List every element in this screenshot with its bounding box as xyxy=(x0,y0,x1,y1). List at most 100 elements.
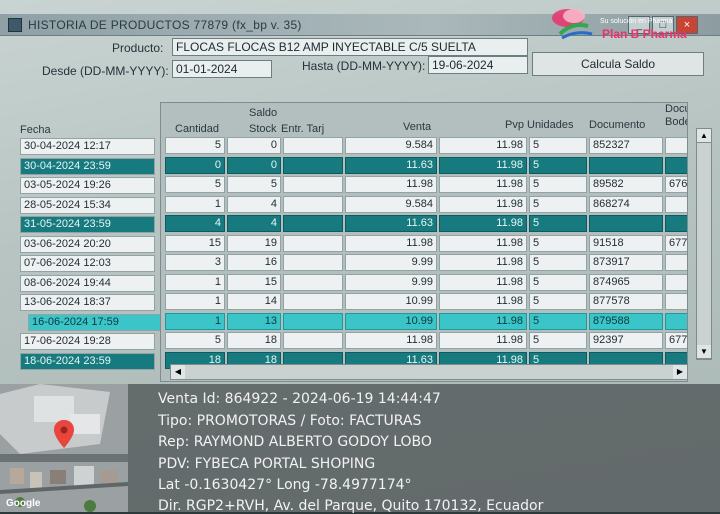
cell-documento[interactable] xyxy=(589,215,663,232)
scroll-down-icon[interactable]: ▼ xyxy=(697,345,711,359)
cell-entr[interactable] xyxy=(283,176,343,193)
scroll-left-icon[interactable]: ◀ xyxy=(171,365,185,379)
scroll-up-icon[interactable]: ▲ xyxy=(697,129,711,143)
cell-entr[interactable] xyxy=(283,312,343,330)
cell-stock[interactable]: 4 xyxy=(227,215,281,232)
cell-fecha[interactable]: 30-04-2024 23:59 xyxy=(20,157,155,175)
cell-stock[interactable]: 0 xyxy=(227,156,281,174)
hasta-field[interactable]: 19-06-2024 xyxy=(428,56,528,74)
cell-documento[interactable]: 852327 xyxy=(589,137,663,154)
cell-pvp[interactable]: 11.98 xyxy=(439,234,527,252)
cell-venta[interactable]: 11.98 xyxy=(345,234,437,252)
cell-bode[interactable]: 6777 xyxy=(665,332,687,349)
cell-unidades[interactable]: 5 xyxy=(529,293,587,310)
cell-venta[interactable]: 10.99 xyxy=(345,293,437,310)
history-grid[interactable]: Cantidad Saldo Stock Entr. Tarj Venta Pv… xyxy=(160,102,688,382)
cell-entr[interactable] xyxy=(283,254,343,271)
cell-bode[interactable] xyxy=(665,293,687,310)
cell-cantidad[interactable]: 5 xyxy=(165,176,225,193)
cell-venta[interactable]: 11.63 xyxy=(345,215,437,232)
cell-bode[interactable] xyxy=(665,215,687,232)
cell-bode[interactable]: 6760 xyxy=(665,176,687,193)
cell-unidades[interactable]: 5 xyxy=(529,137,587,154)
cell-unidades[interactable]: 5 xyxy=(529,273,587,291)
cell-entr[interactable] xyxy=(283,332,343,349)
cell-fecha[interactable]: 08-06-2024 19:44 xyxy=(20,274,155,292)
cell-venta[interactable]: 11.98 xyxy=(345,176,437,193)
cell-stock[interactable]: 16 xyxy=(227,254,281,271)
cell-entr[interactable] xyxy=(283,215,343,232)
cell-pvp[interactable]: 11.98 xyxy=(439,273,527,291)
cell-bode[interactable] xyxy=(665,195,687,213)
cell-unidades[interactable]: 5 xyxy=(529,332,587,349)
calcula-saldo-button[interactable]: Calcula Saldo xyxy=(532,52,704,76)
cell-stock[interactable]: 18 xyxy=(227,332,281,349)
cell-cantidad[interactable]: 1 xyxy=(165,312,225,330)
cell-unidades[interactable]: 5 xyxy=(529,176,587,193)
cell-unidades[interactable]: 5 xyxy=(529,312,587,330)
cell-stock[interactable]: 5 xyxy=(227,176,281,193)
cell-bode[interactable] xyxy=(665,254,687,271)
cell-stock[interactable]: 0 xyxy=(227,137,281,154)
cell-unidades[interactable]: 5 xyxy=(529,156,587,174)
cell-fecha[interactable]: 13-06-2024 18:37 xyxy=(20,294,155,311)
producto-field[interactable]: FLOCAS FLOCAS B12 AMP INYECTABLE C/5 SUE… xyxy=(172,38,528,56)
cell-pvp[interactable]: 11.98 xyxy=(439,156,527,174)
cell-entr[interactable] xyxy=(283,273,343,291)
cell-cantidad[interactable]: 4 xyxy=(165,215,225,232)
cell-stock[interactable]: 13 xyxy=(227,312,281,330)
cell-unidades[interactable]: 5 xyxy=(529,215,587,232)
cell-cantidad[interactable]: 5 xyxy=(165,332,225,349)
cell-documento[interactable]: 91518 xyxy=(589,234,663,252)
cell-fecha[interactable]: 16-06-2024 17:59 xyxy=(28,313,163,331)
cell-fecha[interactable]: 31-05-2024 23:59 xyxy=(20,216,155,233)
cell-bode[interactable] xyxy=(665,312,687,330)
cell-entr[interactable] xyxy=(283,156,343,174)
cell-stock[interactable]: 14 xyxy=(227,293,281,310)
cell-venta[interactable]: 11.98 xyxy=(345,332,437,349)
cell-fecha[interactable]: 18-06-2024 23:59 xyxy=(20,352,155,370)
cell-fecha[interactable]: 07-06-2024 12:03 xyxy=(20,255,155,272)
cell-bode[interactable] xyxy=(665,137,687,154)
cell-unidades[interactable]: 5 xyxy=(529,195,587,213)
cell-unidades[interactable]: 5 xyxy=(529,254,587,271)
cell-bode[interactable]: 6772 xyxy=(665,234,687,252)
cell-entr[interactable] xyxy=(283,137,343,154)
cell-entr[interactable] xyxy=(283,293,343,310)
cell-documento[interactable] xyxy=(589,156,663,174)
cell-fecha[interactable]: 28-05-2024 15:34 xyxy=(20,196,155,214)
cell-documento[interactable]: 877578 xyxy=(589,293,663,310)
cell-venta[interactable]: 9.99 xyxy=(345,273,437,291)
cell-pvp[interactable]: 11.98 xyxy=(439,293,527,310)
cell-documento[interactable]: 873917 xyxy=(589,254,663,271)
vertical-scrollbar[interactable]: ▲ ▼ xyxy=(696,128,712,360)
cell-fecha[interactable]: 30-04-2024 12:17 xyxy=(20,138,155,155)
cell-cantidad[interactable]: 1 xyxy=(165,195,225,213)
cell-entr[interactable] xyxy=(283,234,343,252)
cell-documento[interactable]: 868274 xyxy=(589,195,663,213)
cell-cantidad[interactable]: 3 xyxy=(165,254,225,271)
cell-documento[interactable]: 879588 xyxy=(589,312,663,330)
cell-bode[interactable] xyxy=(665,273,687,291)
cell-stock[interactable]: 4 xyxy=(227,195,281,213)
cell-bode[interactable] xyxy=(665,156,687,174)
cell-cantidad[interactable]: 0 xyxy=(165,156,225,174)
scroll-right-icon[interactable]: ▶ xyxy=(673,365,687,379)
cell-stock[interactable]: 15 xyxy=(227,273,281,291)
cell-pvp[interactable]: 11.98 xyxy=(439,312,527,330)
cell-fecha[interactable]: 17-06-2024 19:28 xyxy=(20,333,155,350)
cell-venta[interactable]: 9.99 xyxy=(345,254,437,271)
cell-stock[interactable]: 19 xyxy=(227,234,281,252)
cell-pvp[interactable]: 11.98 xyxy=(439,176,527,193)
cell-pvp[interactable]: 11.98 xyxy=(439,215,527,232)
cell-pvp[interactable]: 11.98 xyxy=(439,137,527,154)
cell-documento[interactable]: 89582 xyxy=(589,176,663,193)
cell-fecha[interactable]: 03-05-2024 19:26 xyxy=(20,177,155,194)
cell-venta[interactable]: 9.584 xyxy=(345,195,437,213)
cell-venta[interactable]: 10.99 xyxy=(345,312,437,330)
cell-cantidad[interactable]: 5 xyxy=(165,137,225,154)
cell-entr[interactable] xyxy=(283,195,343,213)
cell-venta[interactable]: 9.584 xyxy=(345,137,437,154)
cell-unidades[interactable]: 5 xyxy=(529,234,587,252)
cell-documento[interactable]: 92397 xyxy=(589,332,663,349)
